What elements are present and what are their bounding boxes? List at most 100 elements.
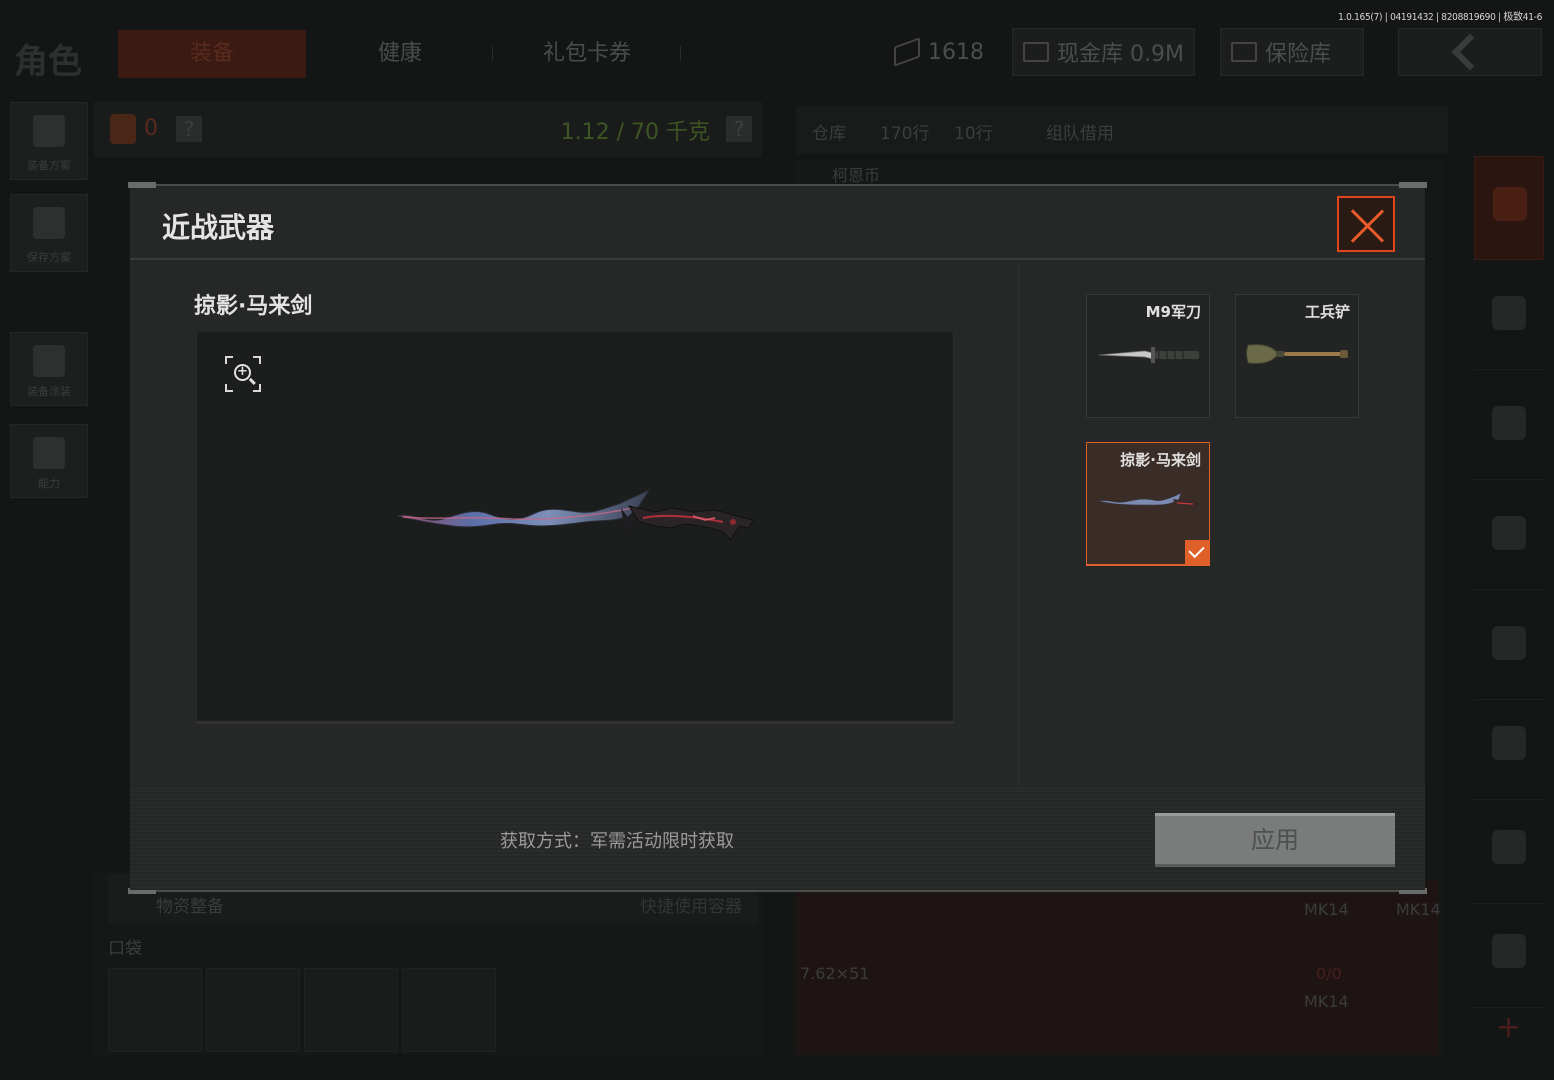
category-armor[interactable] — [1474, 266, 1544, 370]
shovel-icon — [1246, 344, 1348, 364]
apply-button[interactable]: 应用 — [1155, 813, 1395, 867]
pocket-slot[interactable] — [206, 968, 300, 1052]
tab-gift-coupons[interactable]: 礼包卡券 — [512, 30, 662, 78]
checkmark-icon — [1185, 540, 1209, 564]
weight-help-icon[interactable]: ? — [726, 116, 752, 142]
plus-icon: + — [1496, 1010, 1522, 1045]
magnifier-handle — [249, 377, 256, 385]
pocket-slot[interactable] — [108, 968, 202, 1052]
rail-label: 能力 — [38, 477, 60, 490]
item-label: M9军刀 — [1145, 303, 1201, 321]
rail-label: 装备涂装 — [27, 385, 71, 398]
item-label: 掠影·马来剑 — [1120, 451, 1201, 469]
melee-weapon-modal: 近战武器 掠影·马来剑 + M9军刀 工兵铲 掠影·马来剑 获取方式：军需活动限… — [128, 182, 1427, 894]
warehouse-weapon-slots: MK14 MK14 7.62×51 0/0 MK14 — [796, 880, 1441, 1055]
warehouse-header: 仓库 170行 10行 组队借用 — [796, 106, 1448, 154]
modal-title: 近战武器 — [162, 211, 275, 244]
inventory-summary-bar: 0 ? 1.12 / 70 千克 ? — [94, 102, 762, 158]
currency-label: 柯恩币 — [832, 166, 881, 185]
category-medical[interactable] — [1474, 696, 1544, 800]
frame-corner — [225, 384, 233, 392]
modal-header: 近战武器 — [130, 186, 1425, 260]
frame-corner — [225, 356, 233, 364]
kris-sword-icon — [396, 488, 754, 541]
supply-label: 物资整备 — [156, 897, 224, 917]
hat-icon — [1493, 187, 1527, 221]
quick-container-label: 快捷使用容器 — [640, 897, 742, 917]
warehouse-rows-a: 170行 — [880, 124, 930, 144]
bayonet-knife-icon — [1098, 347, 1199, 363]
magazine-icon — [1492, 516, 1526, 550]
safe-vault-label: 保险库 — [1265, 42, 1332, 67]
close-button[interactable] — [1337, 196, 1395, 252]
team-credit-tab[interactable]: 组队借用 — [1046, 119, 1114, 144]
category-helmet[interactable] — [1474, 156, 1544, 260]
rail-save-plan[interactable]: 保存方案 — [10, 194, 88, 272]
coin-amount: 1618 — [928, 39, 984, 65]
tab-health[interactable]: 健康 — [330, 30, 470, 78]
zoom-button[interactable]: + — [225, 356, 261, 392]
frame-corner — [253, 384, 261, 392]
warehouse-rows-b: 10行 — [954, 124, 993, 144]
add-category-button[interactable]: + — [1474, 1010, 1544, 1050]
weapon-tag: MK14 — [1304, 992, 1349, 1011]
safe-vault-button[interactable]: 保险库 — [1220, 28, 1364, 76]
item-label: 工兵铲 — [1304, 303, 1350, 321]
rail-equipment-skin[interactable]: 装备涂装 — [10, 332, 88, 406]
category-rifle[interactable] — [1474, 376, 1544, 480]
category-magazine[interactable] — [1474, 486, 1544, 590]
tab-equipment[interactable]: 装备 — [118, 30, 306, 78]
backpack-icon — [110, 114, 136, 144]
tab-divider — [680, 46, 681, 60]
item-card-m9-bayonet[interactable]: M9军刀 — [1086, 294, 1210, 418]
armor-vest-icon — [33, 115, 65, 147]
coin-stack-icon — [894, 37, 920, 67]
helmet-icon — [33, 345, 65, 377]
misc-icon — [1492, 934, 1526, 968]
preview-weapon-name: 掠影·马来剑 — [194, 294, 313, 319]
modal-divider — [1018, 264, 1019, 792]
coin-balance: 1618 — [884, 28, 994, 76]
top-bar: 角色 装备 健康 礼包卡券 1618 现金库 0.9M 保险库 — [0, 28, 1554, 82]
page-title: 角色 — [14, 42, 82, 82]
help-icon[interactable]: ? — [176, 116, 202, 142]
version-info: 1.0.165(7) | 04191432 | 8208819690 | 极致4… — [1338, 12, 1542, 23]
rail-stack-toggle[interactable] — [1474, 100, 1544, 124]
pocket-slot[interactable] — [304, 968, 398, 1052]
ammo-count: 0/0 — [1316, 964, 1342, 983]
rail-label: 保存方案 — [27, 251, 71, 264]
chevron-left-icon — [1451, 33, 1489, 71]
category-rail: + — [1474, 100, 1544, 1055]
download-icon — [33, 207, 65, 239]
rail-equipment-plan[interactable]: 装备方案 — [10, 102, 88, 180]
grenade-icon — [1492, 830, 1526, 864]
bullet-icon — [1492, 626, 1526, 660]
weapon-tag: MK14 — [1396, 900, 1441, 919]
item-card-entrenching-shovel[interactable]: 工兵铲 — [1235, 294, 1359, 418]
item-card-kris-sword[interactable]: 掠影·马来剑 — [1086, 442, 1210, 566]
rail-ability[interactable]: 能力 — [10, 424, 88, 498]
category-ammo[interactable] — [1474, 596, 1544, 700]
pocket-slots — [108, 968, 496, 1052]
medkit-icon — [1492, 726, 1526, 760]
cash-vault-label: 现金库 0.9M — [1057, 42, 1184, 67]
lightning-hexagon-icon — [33, 437, 65, 469]
cash-vault-button[interactable]: 现金库 0.9M — [1012, 28, 1195, 76]
armor-icon — [1492, 296, 1526, 330]
category-misc[interactable] — [1474, 904, 1544, 1008]
cash-icon — [1023, 42, 1049, 62]
warehouse-label[interactable]: 仓库 — [812, 119, 846, 144]
category-grenade[interactable] — [1474, 800, 1544, 904]
frame-corner — [253, 356, 261, 364]
weapon-preview: + — [196, 332, 954, 724]
acquire-method: 获取方式：军需活动限时获取 — [500, 831, 734, 852]
back-button[interactable] — [1398, 28, 1542, 76]
carry-weight: 1.12 / 70 千克 — [560, 120, 710, 145]
pocket-slot[interactable] — [402, 968, 496, 1052]
weapon-tag: MK14 — [1304, 900, 1349, 919]
supplies-panel: 物资整备 快捷使用容器 口袋 — [94, 870, 762, 1055]
ammo-caliber: 7.62×51 — [800, 964, 870, 983]
tab-divider — [492, 46, 493, 60]
item-count: 0 — [144, 116, 158, 141]
modal-footer: 获取方式：军需活动限时获取 应用 — [130, 788, 1425, 890]
